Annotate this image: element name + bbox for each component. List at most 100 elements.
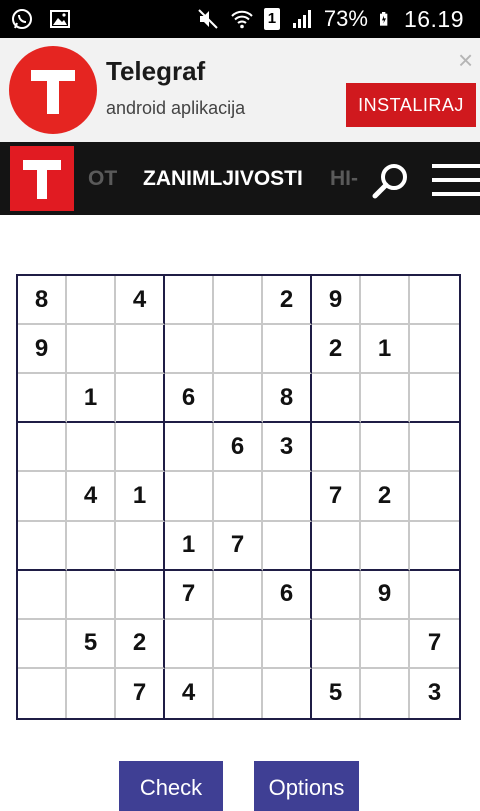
sudoku-cell[interactable]: 4 xyxy=(165,668,214,718)
sudoku-cell[interactable] xyxy=(263,619,312,669)
sudoku-cell[interactable]: 7 xyxy=(410,620,459,669)
sudoku-cell[interactable]: 1 xyxy=(361,325,410,375)
sudoku-cell[interactable] xyxy=(361,374,410,424)
sudoku-cell[interactable]: 2 xyxy=(116,619,165,669)
sudoku-cell[interactable]: 8 xyxy=(18,276,67,326)
sudoku-cell[interactable] xyxy=(116,325,165,375)
sudoku-cell[interactable] xyxy=(67,521,116,571)
sudoku-cell[interactable]: 3 xyxy=(410,669,459,718)
image-icon xyxy=(50,10,70,28)
sudoku-cell[interactable] xyxy=(214,570,263,620)
sudoku-cell[interactable] xyxy=(410,325,459,375)
sudoku-cell[interactable] xyxy=(263,472,312,522)
sudoku-cell[interactable]: 9 xyxy=(312,276,361,326)
sudoku-cell[interactable] xyxy=(312,374,361,424)
sudoku-cell[interactable] xyxy=(214,472,263,522)
close-icon[interactable]: × xyxy=(458,47,473,73)
sudoku-cell[interactable]: 9 xyxy=(361,570,410,620)
wifi-icon xyxy=(231,10,253,29)
telegraf-logo[interactable] xyxy=(10,146,74,211)
sim-slot-badge: 1 xyxy=(263,8,280,30)
sudoku-cell[interactable]: 6 xyxy=(214,423,263,473)
sudoku-cell[interactable] xyxy=(18,521,67,571)
check-button[interactable]: Check xyxy=(119,761,223,811)
site-nav-bar: OT ZANIMLJIVOSTI HI- xyxy=(0,142,480,215)
sudoku-cell[interactable] xyxy=(263,325,312,375)
sudoku-cell[interactable] xyxy=(214,325,263,375)
sudoku-cell[interactable]: 9 xyxy=(18,325,67,375)
sudoku-cell[interactable] xyxy=(18,570,67,620)
sudoku-cell[interactable]: 7 xyxy=(116,668,165,718)
sudoku-cell[interactable] xyxy=(67,570,116,620)
sudoku-cell[interactable] xyxy=(410,374,459,424)
sudoku-cell[interactable] xyxy=(263,521,312,571)
options-button[interactable]: Options xyxy=(254,761,359,811)
sudoku-cell[interactable]: 3 xyxy=(263,423,312,473)
nav-item-partial-left[interactable]: OT xyxy=(88,167,117,191)
sudoku-cell[interactable] xyxy=(410,423,459,473)
sudoku-cell[interactable]: 5 xyxy=(67,619,116,669)
sudoku-cell[interactable]: 6 xyxy=(165,374,214,424)
sudoku-cell[interactable] xyxy=(67,276,116,326)
install-button[interactable]: INSTALIRAJ xyxy=(346,83,476,127)
sudoku-cell[interactable]: 1 xyxy=(67,374,116,424)
sudoku-cell[interactable]: 2 xyxy=(312,325,361,375)
sudoku-cell[interactable] xyxy=(312,619,361,669)
sudoku-cell[interactable] xyxy=(361,423,410,473)
sudoku-cell[interactable]: 4 xyxy=(67,472,116,522)
sudoku-cell[interactable]: 6 xyxy=(263,570,312,620)
sudoku-cell[interactable] xyxy=(361,668,410,718)
sudoku-cell[interactable]: 7 xyxy=(165,570,214,620)
nav-item-partial-right[interactable]: HI- xyxy=(330,167,358,191)
sudoku-cell[interactable] xyxy=(214,668,263,718)
sudoku-cell[interactable] xyxy=(67,325,116,375)
sudoku-cell[interactable]: 5 xyxy=(312,668,361,718)
sudoku-cell[interactable] xyxy=(165,276,214,326)
sudoku-cell[interactable] xyxy=(361,521,410,571)
sudoku-cell[interactable] xyxy=(116,423,165,473)
sudoku-cell[interactable] xyxy=(165,423,214,473)
sudoku-cell[interactable] xyxy=(18,423,67,473)
sudoku-cell[interactable] xyxy=(18,619,67,669)
whatsapp-icon xyxy=(12,9,32,29)
sudoku-cell[interactable]: 1 xyxy=(116,472,165,522)
sudoku-cell[interactable] xyxy=(312,570,361,620)
sudoku-cell[interactable] xyxy=(165,619,214,669)
sudoku-cell[interactable] xyxy=(312,423,361,473)
sudoku-cell[interactable]: 2 xyxy=(361,472,410,522)
sudoku-cell[interactable] xyxy=(165,325,214,375)
sudoku-cell[interactable] xyxy=(214,276,263,326)
sudoku-cell[interactable] xyxy=(18,668,67,718)
sudoku-cell[interactable] xyxy=(361,276,410,326)
sudoku-cell[interactable] xyxy=(116,521,165,571)
sudoku-cell[interactable] xyxy=(263,668,312,718)
sudoku-cell[interactable] xyxy=(67,423,116,473)
sudoku-cell[interactable] xyxy=(410,276,459,326)
search-icon[interactable] xyxy=(372,162,410,200)
sudoku-cell[interactable] xyxy=(410,472,459,522)
sudoku-cell[interactable] xyxy=(165,472,214,522)
sudoku-cell[interactable]: 1 xyxy=(165,521,214,571)
sudoku-cell[interactable] xyxy=(410,522,459,571)
sudoku-cell[interactable] xyxy=(67,668,116,718)
status-left-icons xyxy=(10,7,72,31)
sudoku-cell[interactable] xyxy=(312,521,361,571)
app-install-ad[interactable]: Telegraf android aplikacija INSTALIRAJ × xyxy=(0,38,480,142)
sudoku-cell[interactable] xyxy=(18,374,67,424)
sudoku-cell[interactable]: 2 xyxy=(263,276,312,326)
sudoku-cell[interactable] xyxy=(116,374,165,424)
sudoku-cell[interactable]: 7 xyxy=(214,521,263,571)
sudoku-cell[interactable]: 8 xyxy=(263,374,312,424)
sudoku-cell[interactable] xyxy=(214,619,263,669)
sudoku-cell[interactable] xyxy=(116,570,165,620)
sudoku-cell[interactable] xyxy=(361,619,410,669)
nav-item-zanimljivosti[interactable]: ZANIMLJIVOSTI xyxy=(143,167,303,191)
sudoku-cell[interactable]: 7 xyxy=(312,472,361,522)
sudoku-cell[interactable] xyxy=(214,374,263,424)
sudoku-cell[interactable] xyxy=(18,472,67,522)
sudoku-cell[interactable]: 4 xyxy=(116,276,165,326)
menu-icon[interactable] xyxy=(432,162,480,198)
signal-icon xyxy=(292,10,311,28)
sudoku-grid: 8429921168634172177695277453 xyxy=(16,274,461,720)
sudoku-cell[interactable] xyxy=(410,571,459,620)
